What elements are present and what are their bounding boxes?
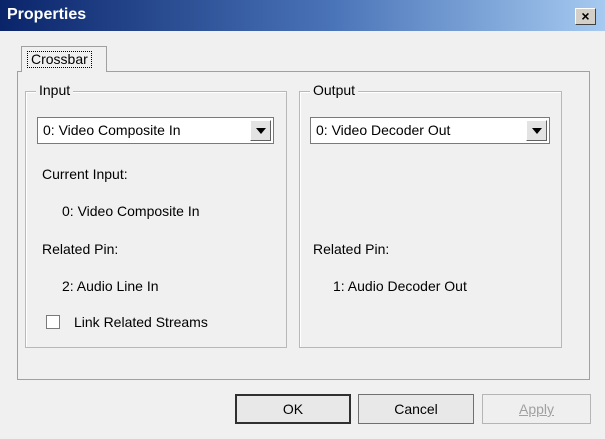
input-select-value: 0: Video Composite In (43, 122, 181, 138)
link-related-streams-label[interactable]: Link Related Streams (74, 314, 208, 330)
ok-button[interactable]: OK (235, 394, 351, 424)
current-input-value: 0: Video Composite In (62, 203, 200, 219)
current-input-label: Current Input: (42, 166, 128, 182)
input-related-pin-label: Related Pin: (42, 241, 119, 257)
title-bar: Properties × (0, 0, 605, 31)
chevron-down-icon[interactable] (526, 120, 547, 141)
input-related-pin-value: 2: Audio Line In (62, 278, 159, 294)
output-select-value: 0: Video Decoder Out (316, 122, 451, 138)
input-select[interactable]: 0: Video Composite In (37, 117, 274, 144)
output-select[interactable]: 0: Video Decoder Out (310, 117, 550, 144)
link-related-streams-checkbox[interactable] (46, 315, 60, 329)
output-group-legend: Output (310, 82, 359, 98)
tab-crossbar[interactable]: Crossbar (21, 46, 107, 72)
cancel-button[interactable]: Cancel (358, 394, 474, 424)
output-related-pin-label: Related Pin: (313, 241, 390, 257)
chevron-down-icon[interactable] (250, 120, 271, 141)
output-related-pin-value: 1: Audio Decoder Out (333, 278, 467, 294)
tab-crossbar-label: Crossbar (27, 51, 92, 68)
input-group-legend: Input (36, 82, 74, 98)
window-title: Properties (7, 6, 87, 23)
close-icon[interactable]: × (575, 8, 596, 25)
apply-button[interactable]: Apply (482, 394, 591, 424)
